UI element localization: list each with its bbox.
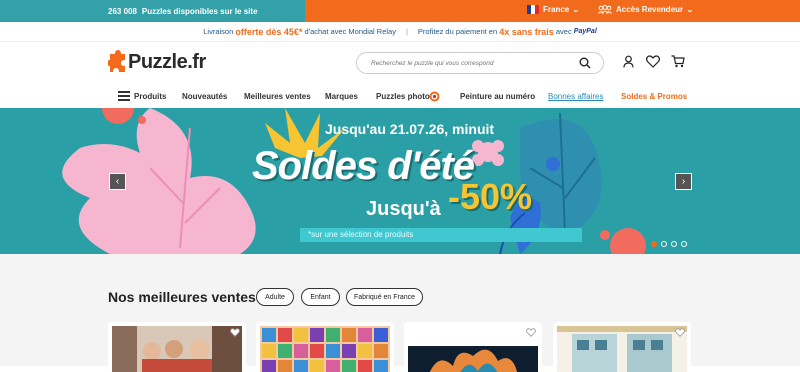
carousel-dots [651,241,687,247]
favorite-heart-icon[interactable] [230,328,240,337]
payment-text-2: avec [555,27,572,36]
product-image [260,326,390,372]
divider: | [405,27,408,36]
chevron-right-icon: › [681,176,686,187]
nav-item-sales[interactable]: Soldes & Promos [621,92,687,101]
user-icon[interactable] [622,55,635,68]
top-bar-right: France ⌄ Accès Revendeur ⌄ [305,0,800,22]
chevron-left-icon: ‹ [115,176,120,187]
cart-icon[interactable] [671,55,685,68]
nav-item-best-sellers[interactable]: Meilleures ventes [244,92,311,101]
carousel-dot[interactable] [651,241,657,247]
filter-adult-button[interactable]: Adulte [256,288,294,306]
product-card[interactable] [108,322,246,372]
chevron-down-icon: ⌄ [572,6,580,14]
banner-prev-button[interactable]: ‹ [109,173,126,190]
puzzle-count-banner: 263 008 Puzzles disponibles sur le site [0,0,305,22]
delivery-text-2: d'achat avec Mondial Relay [304,27,396,36]
language-label: France [543,5,570,14]
language-selector[interactable]: France ⌄ [527,5,580,14]
site-header: Puzzle.fr [0,42,800,85]
favorite-heart-icon[interactable] [675,328,685,337]
product-card[interactable] [256,322,394,372]
puzzle-count-label: Puzzles disponibles sur le site [141,6,258,16]
puzzle-count: 263 008 [108,6,137,16]
delivery-offer: offerte dès 45€* [235,26,303,37]
product-card[interactable] [404,322,542,372]
payment-text: Profitez du paiement en [417,27,498,36]
search-bar[interactable] [356,52,604,74]
filter-child-button[interactable]: Enfant [301,288,340,306]
nav-item-paint-by-number[interactable]: Peinture au numéro [460,92,535,101]
banner-headline: Soldes d'été [252,144,475,188]
nav-item-new[interactable]: Nouveautés [182,92,227,101]
chevron-down-icon: ⌄ [686,6,694,14]
carousel-dot[interactable] [671,241,677,247]
banner-upto: Jusqu'à [366,198,441,220]
delivery-text: Livraison [203,27,234,36]
search-icon[interactable] [579,57,591,69]
hero-banner[interactable]: Jusqu'au 21.07.26, minuit Soldes d'été J… [0,108,800,254]
nav-item-photo-puzzles[interactable]: Puzzles photo [376,92,430,101]
nav-item-brands[interactable]: Marques [325,92,358,101]
nav-item-products[interactable]: Produits [134,92,166,101]
main-nav: Produits Nouveautés Meilleures ventes Ma… [0,85,800,108]
filter-made-in-france-button[interactable]: Fabriqué en France [346,288,423,306]
favorite-heart-icon[interactable] [526,328,536,337]
france-flag-icon [527,5,539,14]
product-image [112,326,242,372]
payment-offer: 4x sans frais [499,26,554,37]
carousel-dot[interactable] [681,241,687,247]
reseller-icon [598,5,612,14]
reseller-access-link[interactable]: Accès Revendeur ⌄ [598,5,694,14]
heart-icon[interactable] [646,55,660,68]
banner-date: Jusqu'au 21.07.26, minuit [325,121,495,137]
promo-strip: Livraison offerte dès 45€* d'achat avec … [0,22,800,42]
carousel-dot[interactable] [661,241,667,247]
nav-item-good-deals[interactable]: Bonnes affaires [548,92,603,101]
paypal-logo: PayPal [573,28,597,35]
banner-discount: -50% [448,176,533,217]
banner-note: *sur une sélection de produits [300,228,582,242]
logo-text: Puzzle.fr [128,50,206,73]
header-icons [622,55,685,68]
top-bar: 263 008 Puzzles disponibles sur le site … [0,0,800,22]
section-title: Nos meilleures ventes [108,289,256,305]
search-input[interactable] [371,59,571,67]
site-logo[interactable]: Puzzle.fr [108,50,206,74]
location-pin-icon [429,91,440,102]
menu-icon[interactable] [118,91,130,101]
banner-next-button[interactable]: › [675,173,692,190]
product-card[interactable] [553,322,691,372]
product-image [408,326,538,372]
product-image [557,326,687,372]
best-sellers-section: Nos meilleures ventes Adulte Enfant Fabr… [0,254,800,372]
puzzle-piece-logo-icon [108,50,125,72]
reseller-label: Accès Revendeur [616,5,684,14]
